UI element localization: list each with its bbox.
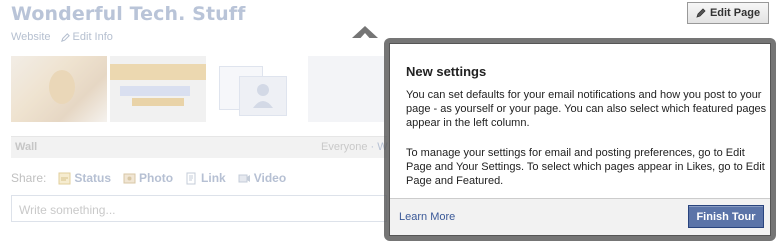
finish-tour-button[interactable]: Finish Tour bbox=[688, 205, 764, 228]
wall-tab[interactable]: Wall bbox=[15, 141, 37, 153]
composer-input[interactable]: Write something... bbox=[11, 195, 387, 222]
profile-photo-1[interactable] bbox=[11, 56, 107, 122]
wall-filter-label: Everyone bbox=[321, 141, 368, 153]
share-status-label: Status bbox=[74, 171, 112, 185]
share-bar: Share: Status Photo Link Video bbox=[11, 171, 286, 185]
edit-page-button[interactable]: Edit Page bbox=[687, 2, 769, 24]
user-silhouette-icon bbox=[253, 84, 273, 108]
edit-page-label: Edit Page bbox=[709, 7, 761, 19]
tour-popup: New settings You can set defaults for yo… bbox=[384, 38, 776, 241]
profile-photo-2[interactable] bbox=[110, 56, 206, 122]
website-link[interactable]: Website bbox=[11, 31, 51, 43]
share-link-label: Link bbox=[201, 171, 226, 185]
add-photo-placeholder[interactable] bbox=[209, 56, 305, 122]
edit-info-link[interactable]: Edit Info bbox=[60, 31, 113, 43]
photo-icon bbox=[123, 173, 136, 183]
page-subnav: Website Edit Info bbox=[11, 31, 113, 43]
share-video-button[interactable]: Video bbox=[238, 171, 286, 185]
page-title: Wonderful Tech. Stuff bbox=[11, 3, 246, 25]
popup-title: New settings bbox=[406, 64, 487, 79]
share-photo-button[interactable]: Photo bbox=[123, 171, 173, 185]
share-status-button[interactable]: Status bbox=[58, 171, 111, 185]
share-label: Share: bbox=[11, 171, 47, 185]
popup-paragraph-1: You can set defaults for your email noti… bbox=[406, 89, 767, 129]
pencil-icon bbox=[696, 8, 706, 18]
link-icon bbox=[186, 172, 196, 184]
learn-more-link[interactable]: Learn More bbox=[399, 211, 455, 223]
popup-paragraph-2: To manage your settings for email and po… bbox=[406, 147, 765, 187]
popup-arrow-inner bbox=[357, 33, 373, 42]
share-video-label: Video bbox=[253, 171, 287, 185]
pencil-icon bbox=[60, 32, 70, 42]
popup-footer: Learn More Finish Tour bbox=[390, 198, 770, 235]
tour-popup-body: New settings You can set defaults for yo… bbox=[389, 43, 771, 236]
video-icon bbox=[238, 174, 250, 182]
wall-filter[interactable]: Everyone · W bbox=[321, 141, 388, 153]
edit-info-label: Edit Info bbox=[72, 31, 113, 43]
share-photo-label: Photo bbox=[139, 171, 174, 185]
status-icon bbox=[58, 172, 71, 184]
photo-strip-filler bbox=[308, 56, 384, 122]
share-link-button[interactable]: Link bbox=[185, 171, 226, 185]
photo-strip bbox=[11, 56, 384, 122]
